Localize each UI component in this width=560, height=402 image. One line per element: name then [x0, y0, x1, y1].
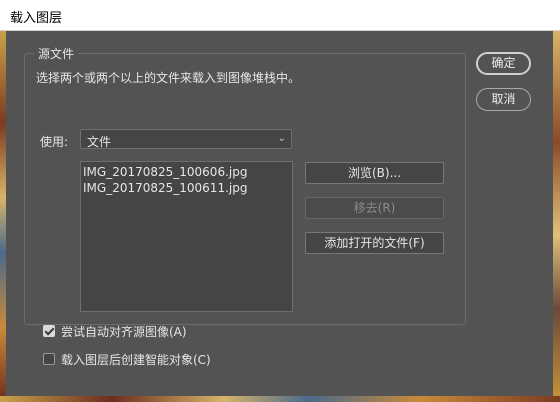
- file-list[interactable]: IMG_20170825_100606.jpg IMG_20170825_100…: [80, 161, 293, 312]
- use-select-value: 文件: [87, 135, 112, 149]
- smart-object-checkbox[interactable]: [43, 353, 55, 365]
- smart-object-label[interactable]: 载入图层后创建智能对象(C): [61, 351, 211, 368]
- ok-button[interactable]: 确定: [476, 52, 531, 75]
- auto-align-checkbox[interactable]: [43, 325, 55, 337]
- load-layers-dialog: 源文件 选择两个或两个以上的文件来载入到图像堆栈中。 使用: 文件 ⌄ IMG_…: [6, 31, 553, 396]
- use-select[interactable]: 文件 ⌄: [80, 129, 292, 149]
- file-list-item[interactable]: IMG_20170825_100606.jpg: [83, 165, 247, 179]
- background-artwork-bottom: [0, 396, 560, 402]
- use-label: 使用:: [40, 135, 69, 149]
- remove-button[interactable]: 移去(R): [305, 197, 444, 219]
- background-artwork-right: [553, 30, 560, 402]
- source-files-title: 源文件: [34, 45, 79, 62]
- add-open-files-button[interactable]: 添加打开的文件(F): [305, 232, 444, 254]
- cancel-button[interactable]: 取消: [476, 88, 531, 111]
- window-title: 载入图层: [10, 11, 63, 26]
- browse-button[interactable]: 浏览(B)...: [305, 162, 444, 184]
- source-description: 选择两个或两个以上的文件来载入到图像堆栈中。: [36, 71, 301, 85]
- title-bar[interactable]: 载入图层: [0, 0, 560, 31]
- auto-align-label[interactable]: 尝试自动对齐源图像(A): [61, 323, 187, 340]
- file-list-item[interactable]: IMG_20170825_100611.jpg: [83, 181, 247, 195]
- chevron-down-icon: ⌄: [277, 133, 286, 144]
